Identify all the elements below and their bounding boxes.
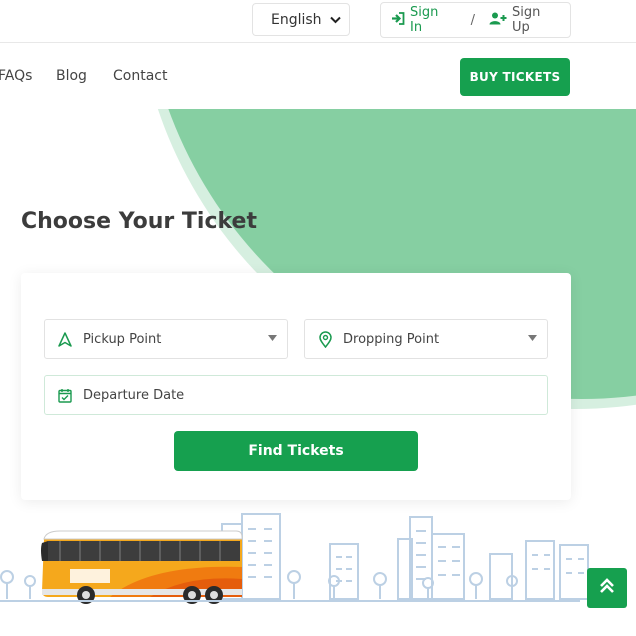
map-pin-icon: [317, 330, 333, 348]
pickup-point-select[interactable]: Pickup Point: [44, 319, 288, 359]
navigation-arrow-icon: [57, 331, 73, 347]
language-select[interactable]: English: [252, 3, 350, 36]
page-title: Choose Your Ticket: [21, 209, 257, 234]
city-skyline-illustration: [0, 513, 607, 604]
dropping-point-label: Dropping Point: [343, 331, 440, 347]
sign-in-link[interactable]: Sign In: [391, 5, 453, 35]
calendar-check-icon: [57, 388, 73, 403]
top-bar: English Sign In / Sign Up: [0, 0, 636, 43]
departure-date-input[interactable]: Departure Date: [44, 375, 548, 415]
bus-illustration: [41, 530, 243, 604]
scroll-to-top-button[interactable]: [587, 568, 627, 608]
double-chevron-up-icon: [598, 578, 616, 598]
find-tickets-button[interactable]: Find Tickets: [174, 431, 418, 471]
sign-up-link[interactable]: Sign Up: [489, 5, 560, 35]
departure-date-label: Departure Date: [83, 387, 185, 403]
caret-down-icon: [268, 334, 277, 344]
main-nav: FAQs Blog Contact BUY TICKETS: [0, 43, 636, 109]
language-value: English: [271, 11, 322, 28]
sign-in-label: Sign In: [410, 5, 439, 35]
auth-box: Sign In / Sign Up: [380, 2, 571, 38]
caret-down-icon: [528, 334, 537, 344]
buy-tickets-button[interactable]: BUY TICKETS: [460, 58, 570, 96]
nav-link-faqs[interactable]: FAQs: [0, 68, 32, 84]
dropping-point-select[interactable]: Dropping Point: [304, 319, 548, 359]
nav-link-contact[interactable]: Contact: [113, 68, 167, 84]
hero-section: Choose Your Ticket Pickup Point Dropping…: [0, 109, 636, 636]
nav-link-blog[interactable]: Blog: [56, 68, 87, 84]
sign-in-icon: [391, 11, 405, 29]
road-line: [0, 600, 580, 602]
pickup-point-label: Pickup Point: [83, 331, 162, 347]
sign-up-label: Sign Up: [512, 5, 541, 35]
auth-separator: /: [470, 12, 475, 28]
user-plus-icon: [489, 12, 507, 29]
chevron-down-icon: [330, 13, 341, 27]
ticket-search-card: Pickup Point Dropping Point Departure Da…: [21, 273, 571, 500]
